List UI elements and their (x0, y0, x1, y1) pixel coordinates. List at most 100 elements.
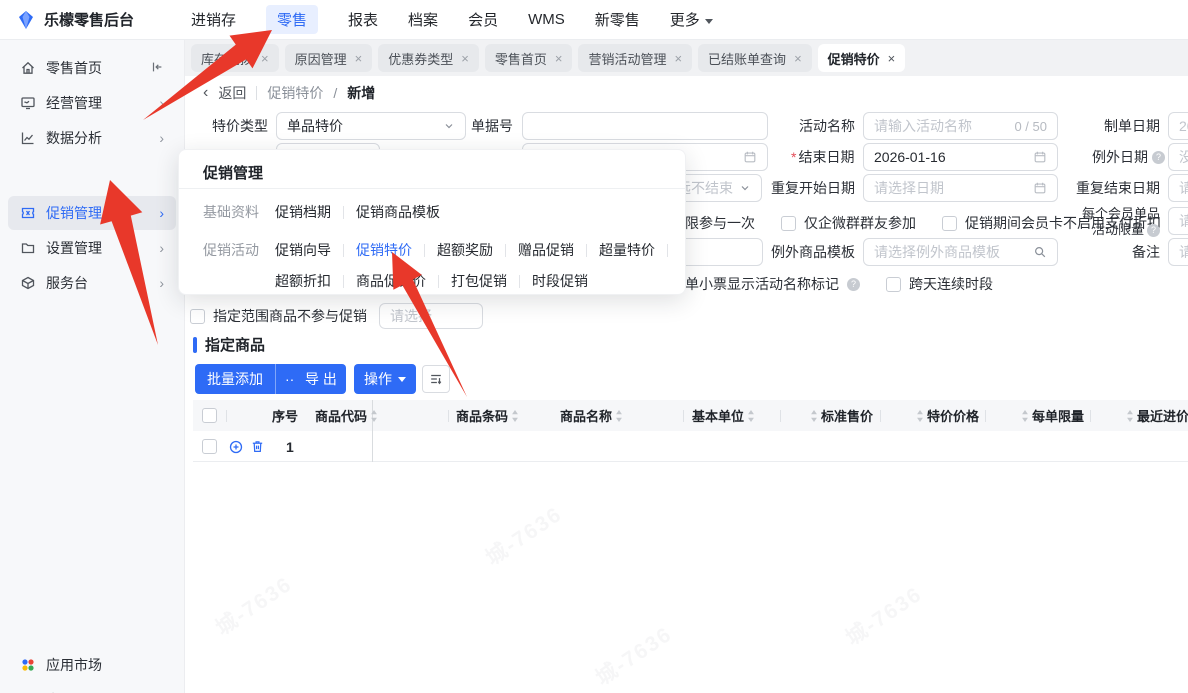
help-icon[interactable]: ? (1152, 150, 1165, 164)
menu-item-gift-promo[interactable]: 赠品促销 (518, 240, 574, 260)
sort-icon[interactable] (615, 409, 623, 422)
sidebar-item-business-mgmt[interactable]: 经营管理 › (8, 86, 176, 120)
sidebar-item-common-entry[interactable]: 常用入口 (8, 683, 176, 693)
back-chevron-icon[interactable]: ‹ (203, 84, 208, 102)
nav-archives[interactable]: 档案 (408, 9, 438, 30)
help-icon[interactable]: ? (1147, 223, 1160, 237)
tab-marketing-activity[interactable]: 营销活动管理 × (578, 44, 693, 72)
tab-coupon-type[interactable]: 优惠券类型 × (378, 44, 479, 72)
nav-retail[interactable]: 零售 (266, 5, 319, 34)
exception-template-input[interactable]: 请选择例外商品模板 (863, 238, 1058, 266)
sidebar-item-service-desk[interactable]: 服务台 › (8, 266, 176, 300)
col-label: 商品代码 (315, 409, 368, 424)
calendar-icon (744, 151, 756, 163)
nav-members[interactable]: 会员 (468, 9, 498, 30)
wecom-checkbox[interactable] (781, 215, 796, 231)
menu-item-promo-schedule[interactable]: 促销档期 (275, 202, 331, 222)
menu-item-bundle-promo[interactable]: 打包促销 (451, 271, 507, 291)
sidebar-item-promotion-mgmt[interactable]: 促销管理 › (8, 196, 176, 230)
end-date-input[interactable]: 2026-01-16 (863, 143, 1058, 171)
column-settings-icon (431, 374, 442, 385)
tab-reason-mgmt[interactable]: 原因管理 × (284, 44, 373, 72)
nopay-checkbox[interactable] (942, 215, 957, 231)
tab-settled-bills[interactable]: 已结账单查询 × (698, 44, 812, 72)
col-header-per-order-limit[interactable]: 每单限量 (1021, 400, 1084, 431)
col-header-barcode[interactable]: 商品条码 (456, 400, 519, 431)
collapse-sidebar-icon[interactable] (150, 60, 164, 77)
special-type-select[interactable]: 单品特价 (276, 112, 466, 140)
row-checkbox[interactable] (202, 439, 217, 454)
action-button[interactable]: 操作 (354, 364, 416, 394)
col-header-last-purchase-price[interactable]: 最近进价 (1126, 400, 1188, 431)
menu-item-excess-reward[interactable]: 超额奖励 (437, 240, 493, 260)
menu-item-promo-wizard[interactable]: 促销向导 (275, 240, 331, 260)
select-all-checkbox[interactable] (202, 408, 217, 423)
col-header-special-price[interactable]: 特价价格 (916, 400, 979, 431)
sidebar-item-retail-home[interactable]: 零售首页 (8, 51, 176, 85)
nav-reports[interactable]: 报表 (348, 9, 378, 30)
exclude-range-input[interactable]: 请选择 (379, 303, 483, 329)
close-icon[interactable]: × (674, 51, 682, 66)
nav-more[interactable]: 更多 (670, 9, 713, 30)
close-icon[interactable]: × (355, 51, 363, 66)
close-icon[interactable]: × (888, 51, 896, 66)
exception-date-input[interactable]: 没有例外日期 (1168, 143, 1188, 171)
col-header-base-unit[interactable]: 基本单位 (692, 400, 755, 431)
end-date-label: * 结束日期 (791, 143, 854, 171)
help-icon[interactable]: ? (847, 277, 860, 291)
menu-item-bulk-special-price[interactable]: 超量特价 (599, 240, 655, 260)
nav-purchase-sale-stock[interactable]: 进销存 (191, 9, 236, 30)
brand-logo-icon (19, 10, 33, 29)
column-settings-button[interactable] (422, 365, 450, 393)
activity-name-input[interactable]: 请输入活动名称 0 / 50 (863, 112, 1058, 140)
sidebar-item-app-market[interactable]: 应用市场 (8, 648, 176, 682)
sort-icon[interactable] (370, 409, 378, 422)
remark-input[interactable]: 请填写 (1168, 238, 1188, 266)
batch-add-button[interactable]: 批量添加 (195, 364, 275, 394)
menu-item-promo-goods-template[interactable]: 促销商品模板 (356, 202, 440, 222)
sort-icon[interactable] (916, 409, 924, 422)
delete-row-button[interactable] (250, 431, 265, 462)
back-link[interactable]: 返回 (218, 83, 246, 103)
bill-no-input[interactable] (522, 112, 768, 140)
placeholder: 请选择 (390, 308, 432, 324)
sort-icon[interactable] (1021, 409, 1029, 422)
chart-icon (21, 132, 34, 145)
close-icon[interactable]: × (794, 51, 802, 66)
close-icon[interactable]: × (555, 51, 563, 66)
close-icon[interactable]: × (461, 51, 469, 66)
repeat-end-input[interactable]: 请选择日期 (1168, 174, 1188, 202)
sidebar-item-settings-mgmt[interactable]: 设置管理 › (8, 231, 176, 265)
breadcrumb: ‹ 返回 促销特价 / 新增 (203, 83, 375, 103)
sidebar-item-data-analysis[interactable]: 数据分析 › (8, 121, 176, 155)
member-limit-input[interactable]: 请填写 (1168, 207, 1188, 235)
add-row-button[interactable] (228, 431, 244, 462)
nav-wms[interactable]: WMS (528, 11, 565, 28)
tab-strip: 库存调拨 × 原因管理 × 优惠券类型 × 零售首页 × 营销活动管理 × 已结账单查询 ×… (185, 40, 1188, 76)
sort-icon[interactable] (511, 409, 519, 422)
menu-item-goods-promo-price[interactable]: 商品促销价 (356, 271, 426, 291)
sort-icon[interactable] (1126, 409, 1134, 422)
col-header-index[interactable]: 序号 (272, 400, 298, 431)
col-header-goods-name[interactable]: 商品名称 (560, 400, 623, 431)
menu-item-promo-special-price[interactable]: 促销特价 (356, 240, 412, 260)
member-limit-label: 每个会员单品 活动限量? (1064, 206, 1160, 238)
chevron-down-icon (398, 376, 406, 382)
make-date-input[interactable]: 2026-01-16 (1168, 112, 1188, 140)
col-header-standard-price[interactable]: 标准售价 (810, 400, 873, 431)
tab-retail-home[interactable]: 零售首页 × (484, 44, 573, 72)
menu-item-excess-discount[interactable]: 超额折扣 (275, 271, 331, 291)
menu-item-time-period-promo[interactable]: 时段促销 (532, 271, 588, 291)
tab-stock-transfer[interactable]: 库存调拨 × (191, 44, 279, 72)
tab-promo-special-price[interactable]: 促销特价 × (817, 44, 906, 72)
crossday-checkbox[interactable] (886, 276, 901, 292)
export-button[interactable]: 导 出 (296, 364, 346, 394)
sort-icon[interactable] (810, 409, 818, 422)
repeat-start-input[interactable]: 请选择日期 (863, 174, 1058, 202)
sort-icon[interactable] (747, 409, 755, 422)
close-icon[interactable]: × (261, 51, 269, 66)
nav-new-retail[interactable]: 新零售 (595, 9, 640, 30)
exclude-range-checkbox[interactable] (190, 308, 205, 324)
brand[interactable]: 乐檬零售后台 (0, 9, 185, 30)
col-header-goods-code[interactable]: 商品代码 (315, 400, 378, 431)
